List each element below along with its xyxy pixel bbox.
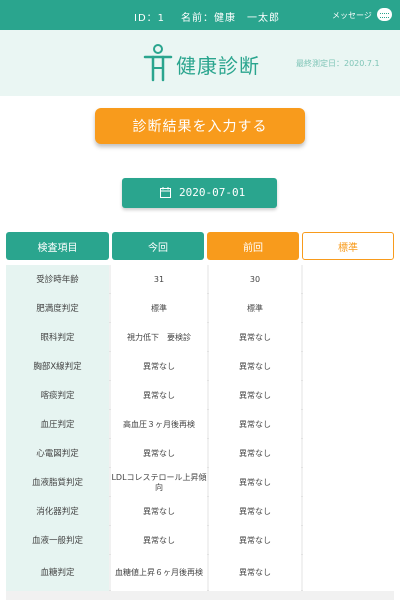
- table-row: 血液脂質判定 LDLコレステロール上昇傾向 異常なし: [6, 468, 394, 497]
- table-row: 心電図判定 異常なし 異常なし: [6, 439, 394, 468]
- message-link[interactable]: メッセージ: [332, 10, 372, 21]
- top-bar: ID：1 名前：健康 一太郎 メッセージ: [0, 0, 400, 30]
- row-current-value: 異常なし: [111, 497, 207, 526]
- table-row: 喀痰判定 異常なし 異常なし: [6, 381, 394, 410]
- row-item-label: 血糖判定: [6, 555, 109, 591]
- row-previous-value: 異常なし: [209, 439, 301, 468]
- table-row: 胸部X線判定 異常なし 異常なし: [6, 352, 394, 381]
- row-previous-value: 30: [209, 265, 301, 294]
- row-standard-value: [303, 323, 394, 352]
- selected-date: 2020-07-01: [179, 186, 246, 199]
- row-item-label: 眼科判定: [6, 323, 109, 352]
- results-table: 受診時年齢 31 30 肥満度判定 標準 標準 眼科判定 視力低下 要検診 異常…: [6, 265, 394, 600]
- row-standard-value: [303, 468, 394, 497]
- row-previous-value: 異常なし: [209, 497, 301, 526]
- app-header: 健康診断 最終測定日：2020.7.1: [0, 30, 400, 96]
- row-current-value: 異常なし: [111, 439, 207, 468]
- row-current-value: LDLコレステロール上昇傾向: [111, 468, 207, 497]
- row-previous-value: 異常なし: [209, 555, 301, 591]
- row-item-label: 肥満度判定: [6, 294, 109, 323]
- date-select-button[interactable]: 2020-07-01: [122, 178, 277, 208]
- row-item-label: 心電図判定: [6, 439, 109, 468]
- row-previous-value: 標準: [209, 294, 301, 323]
- tab-current[interactable]: 今回: [112, 232, 204, 260]
- row-standard-value: [303, 381, 394, 410]
- row-standard-value: [303, 555, 394, 591]
- row-standard-value: [303, 294, 394, 323]
- tab-previous[interactable]: 前回: [207, 232, 299, 260]
- column-header-item: 検査項目: [6, 232, 109, 260]
- row-previous-value: 異常なし: [209, 323, 301, 352]
- row-current-value: 視力低下 要検診: [111, 323, 207, 352]
- table-row: 血液一般判定 異常なし 異常なし: [6, 526, 394, 555]
- row-current-value: 異常なし: [111, 526, 207, 555]
- user-name: 名前：健康 一太郎: [181, 13, 280, 24]
- row-standard-value: [303, 526, 394, 555]
- row-current-value: 31: [111, 265, 207, 294]
- row-standard-value: [303, 497, 394, 526]
- table-row: 眼科判定 視力低下 要検診 異常なし: [6, 323, 394, 352]
- row-previous-value: 異常なし: [209, 526, 301, 555]
- row-current-value: 標準: [111, 294, 207, 323]
- row-current-value: 異常なし: [111, 381, 207, 410]
- row-standard-value: [303, 410, 394, 439]
- table-row: 肥満度判定 標準 標準: [6, 294, 394, 323]
- row-previous-value: 異常なし: [209, 410, 301, 439]
- row-previous-value: 異常なし: [209, 468, 301, 497]
- row-item-label: 受診時年齢: [6, 265, 109, 294]
- page-title: 健康診断: [176, 54, 260, 78]
- tab-standard[interactable]: 標準: [302, 232, 394, 260]
- row-item-label: 血圧判定: [6, 410, 109, 439]
- person-figure-icon: [143, 44, 173, 82]
- chat-bubble-icon[interactable]: [377, 8, 392, 21]
- row-previous-value: 異常なし: [209, 381, 301, 410]
- table-row: 消化器判定 異常なし 異常なし: [6, 497, 394, 526]
- row-current-value: 異常なし: [111, 352, 207, 381]
- row-standard-value: [303, 265, 394, 294]
- last-measured-date: 最終測定日：2020.7.1: [296, 59, 380, 68]
- table-row: 受診時年齢 31 30: [6, 265, 394, 294]
- row-item-label: 血液脂質判定: [6, 468, 109, 497]
- row-standard-value: [303, 439, 394, 468]
- user-id: ID：1: [134, 13, 166, 24]
- row-item-label: 喀痰判定: [6, 381, 109, 410]
- row-item-label: 消化器判定: [6, 497, 109, 526]
- row-current-value: 血糖値上昇６ヶ月後再検: [111, 555, 207, 591]
- table-row: 血糖判定 血糖値上昇６ヶ月後再検 異常なし: [6, 555, 394, 591]
- row-current-value: 高血圧３ヶ月後再検: [111, 410, 207, 439]
- row-previous-value: 異常なし: [209, 352, 301, 381]
- enter-results-button[interactable]: 診断結果を入力する: [95, 108, 305, 144]
- row-item-label: 血液一般判定: [6, 526, 109, 555]
- table-row: 血圧判定 高血圧３ヶ月後再検 異常なし: [6, 410, 394, 439]
- row-item-label: 胸部X線判定: [6, 352, 109, 381]
- row-standard-value: [303, 352, 394, 381]
- calendar-icon: [160, 187, 171, 198]
